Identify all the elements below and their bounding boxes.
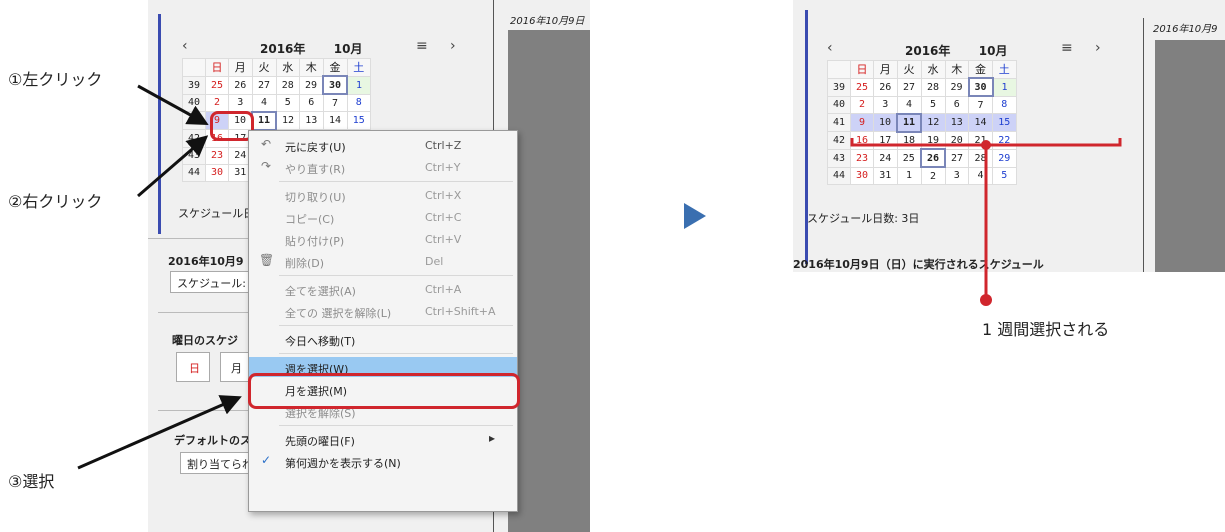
arrow-select: [77, 395, 242, 470]
arrow-left-click: [137, 84, 209, 126]
annotation-right-click: ②右クリック: [8, 192, 103, 211]
transition-arrow-icon: [684, 203, 706, 229]
arrow-right-click: [137, 135, 209, 198]
annotation-week-selected: 1 週間選択される: [982, 320, 1110, 339]
callout-dot-bottom: [980, 294, 992, 306]
callout-dot-top: [981, 140, 991, 150]
annotation-left-click: ①左クリック: [8, 70, 103, 89]
annotation-layer: [77, 84, 1122, 470]
annotation-select: ③選択: [8, 472, 55, 491]
